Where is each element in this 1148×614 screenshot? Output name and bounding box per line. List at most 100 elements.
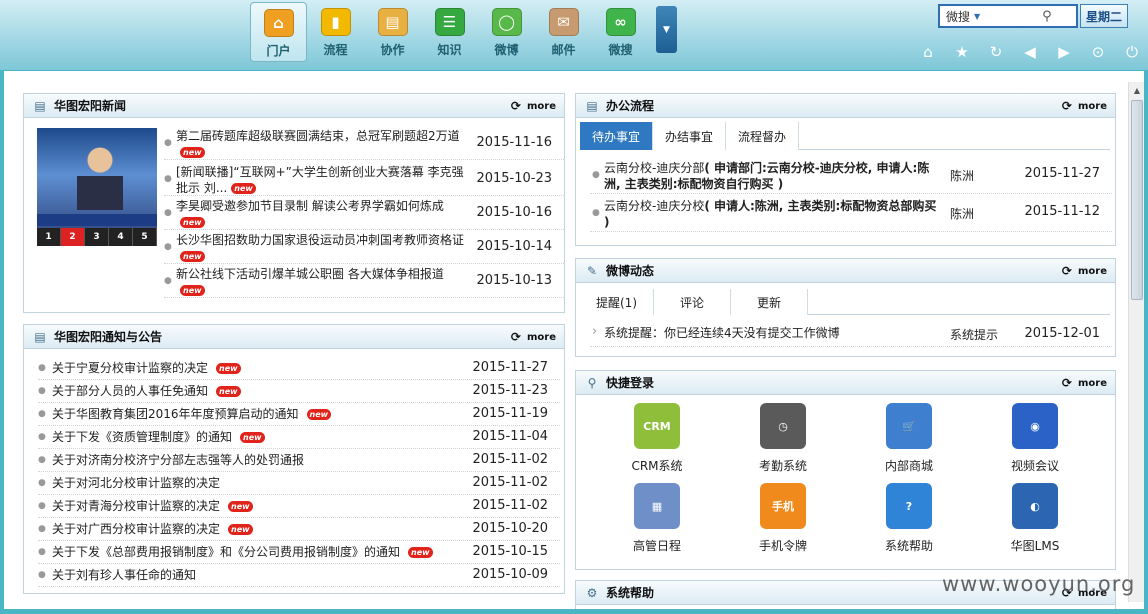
- scroll-up-arrow[interactable]: ▲: [1129, 82, 1145, 98]
- weibo-item[interactable]: › 系统提醒：你已经连续4天没有提交工作微博 系统提示 2015-12-01: [590, 323, 1112, 347]
- notice-item-text[interactable]: 关于对济南分校济宁分部左志强等人的处罚通报: [52, 453, 304, 467]
- app-label[interactable]: 视频会议: [1011, 457, 1059, 474]
- weibo-more-link[interactable]: ⟳ more: [1062, 264, 1107, 278]
- tab-workflow-2[interactable]: 流程督办: [726, 122, 800, 150]
- webcam-icon[interactable]: ◉: [1012, 403, 1058, 449]
- notice-item-title[interactable]: 关于对河北分校审计监察的决定: [52, 475, 220, 491]
- tab-workflow-0[interactable]: 待办事宜: [580, 122, 654, 150]
- notice-item[interactable]: ● 关于宁夏分校审计监察的决定 new 2015-11-27: [38, 357, 560, 380]
- home-icon[interactable]: ⌂: [916, 42, 940, 62]
- notice-item-text[interactable]: 关于下发《总部费用报销制度》和《分公司费用报销制度》的通知: [52, 545, 400, 559]
- notice-item-title[interactable]: 关于刘有珍人事任命的通知: [52, 567, 196, 583]
- news-item-title[interactable]: 新公社线下活动引爆羊城公职圈 各大媒体争相报道 new: [176, 266, 472, 298]
- quick-login-more-link[interactable]: ⟳ more: [1062, 376, 1107, 390]
- workflow-item[interactable]: ● 云南分校-迪庆分部( 申请部门:云南分校-迪庆分校, 申请人:陈洲, 主表类别…: [590, 158, 1112, 194]
- notice-item-text[interactable]: 关于刘有珍人事任命的通知: [52, 568, 196, 582]
- speech-bubble-icon[interactable]: ◯: [491, 8, 522, 36]
- server-icon[interactable]: ☰: [434, 8, 465, 36]
- back-icon[interactable]: ◀: [1018, 42, 1042, 62]
- app-help[interactable]: ? 系统帮助: [859, 483, 959, 561]
- workflow-item-prefix[interactable]: 云南分校-迪庆分校: [604, 199, 704, 213]
- nav-item-1[interactable]: ▮ 流程: [307, 2, 364, 62]
- notice-item[interactable]: ● 关于部分人员的人事任免通知 new 2015-11-23: [38, 380, 560, 403]
- nav-item-4[interactable]: ◯ 微博: [478, 2, 535, 62]
- nav-item-5[interactable]: ✉ 邮件: [535, 2, 592, 62]
- tab-weibo-0[interactable]: 提醒(1): [580, 289, 654, 315]
- weibo-item-title[interactable]: 系统提醒：你已经连续4天没有提交工作微博: [604, 325, 944, 341]
- tab-weibo-2[interactable]: 更新: [731, 289, 809, 315]
- clock-icon[interactable]: ◷: [760, 403, 806, 449]
- news-item[interactable]: ● 第二届砖题库超级联赛圆满结束，总冠军刷题超2万道 new 2015-11-16: [164, 126, 564, 160]
- app-label[interactable]: 手机令牌: [759, 537, 807, 554]
- notice-item-text[interactable]: 关于对广西分校审计监察的决定: [52, 522, 220, 536]
- app-label[interactable]: 考勤系统: [759, 457, 807, 474]
- scroll-thumb[interactable]: [1131, 100, 1143, 300]
- power-icon[interactable]: ⏻: [1120, 42, 1144, 62]
- thumbnail-page-2[interactable]: 2: [61, 228, 85, 246]
- notice-item[interactable]: ● 关于下发《总部费用报销制度》和《分公司费用报销制度》的通知 new 2015-10…: [38, 541, 560, 564]
- tab-workflow-1[interactable]: 办结事宜: [653, 122, 727, 150]
- app-globe[interactable]: ◐ 华图LMS: [985, 483, 1085, 561]
- news-item-title[interactable]: 李昊卿受邀参加节目录制 解读公考界学霸如何炼成 new: [176, 198, 472, 230]
- notice-item-text[interactable]: 关于华图教育集团2016年年度预算启动的通知: [52, 407, 299, 421]
- news-thumbnail[interactable]: 12345: [37, 128, 157, 246]
- news-item[interactable]: ● [新闻联播]“互联网+”大学生创新创业大赛落幕 李克强批示 刘... new 20…: [164, 162, 564, 196]
- news-item-title[interactable]: 长沙华图招数助力国家退役运动员冲刺国考教师资格证 new: [176, 232, 472, 264]
- app-webcam[interactable]: ◉ 视频会议: [985, 403, 1085, 481]
- weekday-button[interactable]: 星期二: [1080, 4, 1128, 28]
- notice-item-title[interactable]: 关于下发《资质管理制度》的通知 new: [52, 429, 265, 445]
- app-label[interactable]: 高管日程: [633, 537, 681, 554]
- news-item-text[interactable]: 李昊卿受邀参加节目录制 解读公考界学霸如何炼成: [176, 199, 444, 213]
- refresh-icon[interactable]: ⟳: [1062, 376, 1072, 390]
- app-label[interactable]: 华图LMS: [1011, 537, 1060, 554]
- notice-item-title[interactable]: 关于对青海分校审计监察的决定 new: [52, 498, 253, 514]
- app-mobile-token[interactable]: 手机 手机令牌: [733, 483, 833, 561]
- refresh-icon[interactable]: ↻: [984, 42, 1008, 62]
- home-icon[interactable]: ⌂: [263, 9, 294, 37]
- app-label[interactable]: CRM系统: [631, 457, 682, 474]
- notice-item-title[interactable]: 关于华图教育集团2016年年度预算启动的通知 new: [52, 406, 332, 422]
- nav-item-3[interactable]: ☰ 知识: [421, 2, 478, 62]
- notice-item-text[interactable]: 关于下发《资质管理制度》的通知: [52, 430, 232, 444]
- refresh-icon[interactable]: ⟳: [511, 330, 521, 344]
- nav-item-2[interactable]: ▤ 协作: [364, 2, 421, 62]
- workflow-more-link[interactable]: ⟳ more: [1062, 99, 1107, 113]
- notice-item-text[interactable]: 关于对河北分校审计监察的决定: [52, 476, 220, 490]
- bar-chart-icon[interactable]: ▮: [320, 8, 351, 36]
- magnifier-icon[interactable]: ⚲: [1042, 9, 1052, 24]
- globe-icon[interactable]: ◐: [1012, 483, 1058, 529]
- workflow-item-title[interactable]: 云南分校-迪庆分校( 申请人:陈洲, 主表类别:标配物资总部购买 ): [604, 198, 944, 230]
- app-calendar[interactable]: ▦ 高管日程: [607, 483, 707, 561]
- app-cart[interactable]: 🛒 内部商城: [859, 403, 959, 481]
- nav-item-6[interactable]: ∞ 微搜: [592, 2, 649, 62]
- scrollbar[interactable]: ▲: [1128, 82, 1144, 602]
- notice-item[interactable]: ● 关于对广西分校审计监察的决定 new 2015-10-20: [38, 518, 560, 541]
- notice-item[interactable]: ● 关于对济南分校济宁分部左志强等人的处罚通报 2015-11-02: [38, 449, 560, 472]
- news-item-text[interactable]: 长沙华图招数助力国家退役运动员冲刺国考教师资格证: [176, 233, 464, 247]
- notice-item-text[interactable]: 关于对青海分校审计监察的决定: [52, 499, 220, 513]
- refresh-icon[interactable]: ⟳: [1062, 264, 1072, 278]
- refresh-icon[interactable]: ⟳: [511, 99, 521, 113]
- news-item-title[interactable]: 第二届砖题库超级联赛圆满结束，总冠军刷题超2万道 new: [176, 128, 472, 160]
- news-item[interactable]: ● 新公社线下活动引爆羊城公职圈 各大媒体争相报道 new 2015-10-13: [164, 264, 564, 298]
- workflow-item[interactable]: ● 云南分校-迪庆分校( 申请人:陈洲, 主表类别:标配物资总部购买 ) 陈洲 201…: [590, 196, 1112, 232]
- chevron-down-icon[interactable]: ▼: [974, 12, 980, 21]
- document-icon[interactable]: ▤: [377, 8, 408, 36]
- news-more-link[interactable]: ⟳ more: [511, 99, 556, 113]
- thumbnail-page-4[interactable]: 4: [109, 228, 133, 246]
- notice-item[interactable]: ● 关于对青海分校审计监察的决定 new 2015-11-02: [38, 495, 560, 518]
- workflow-item-prefix[interactable]: 云南分校-迪庆分部: [604, 161, 704, 175]
- help-icon[interactable]: ?: [886, 483, 932, 529]
- dropdown-icon[interactable]: ⊙: [1086, 42, 1110, 62]
- nav-item-0[interactable]: ⌂ 门户: [250, 2, 307, 62]
- notice-item-title[interactable]: 关于对济南分校济宁分部左志强等人的处罚通报: [52, 452, 304, 468]
- mail-icon[interactable]: ✉: [548, 8, 579, 36]
- news-item-text[interactable]: [新闻联播]“互联网+”大学生创新创业大赛落幕 李克强批示 刘...: [176, 165, 464, 195]
- news-item[interactable]: ● 长沙华图招数助力国家退役运动员冲刺国考教师资格证 new 2015-10-14: [164, 230, 564, 264]
- thumbnail-page-5[interactable]: 5: [133, 228, 157, 246]
- notices-more-link[interactable]: ⟳ more: [511, 330, 556, 344]
- calendar-icon[interactable]: ▦: [634, 483, 680, 529]
- mobile-token-icon[interactable]: 手机: [760, 483, 806, 529]
- notice-item-title[interactable]: 关于对广西分校审计监察的决定 new: [52, 521, 253, 537]
- notice-item[interactable]: ● 关于对河北分校审计监察的决定 2015-11-02: [38, 472, 560, 495]
